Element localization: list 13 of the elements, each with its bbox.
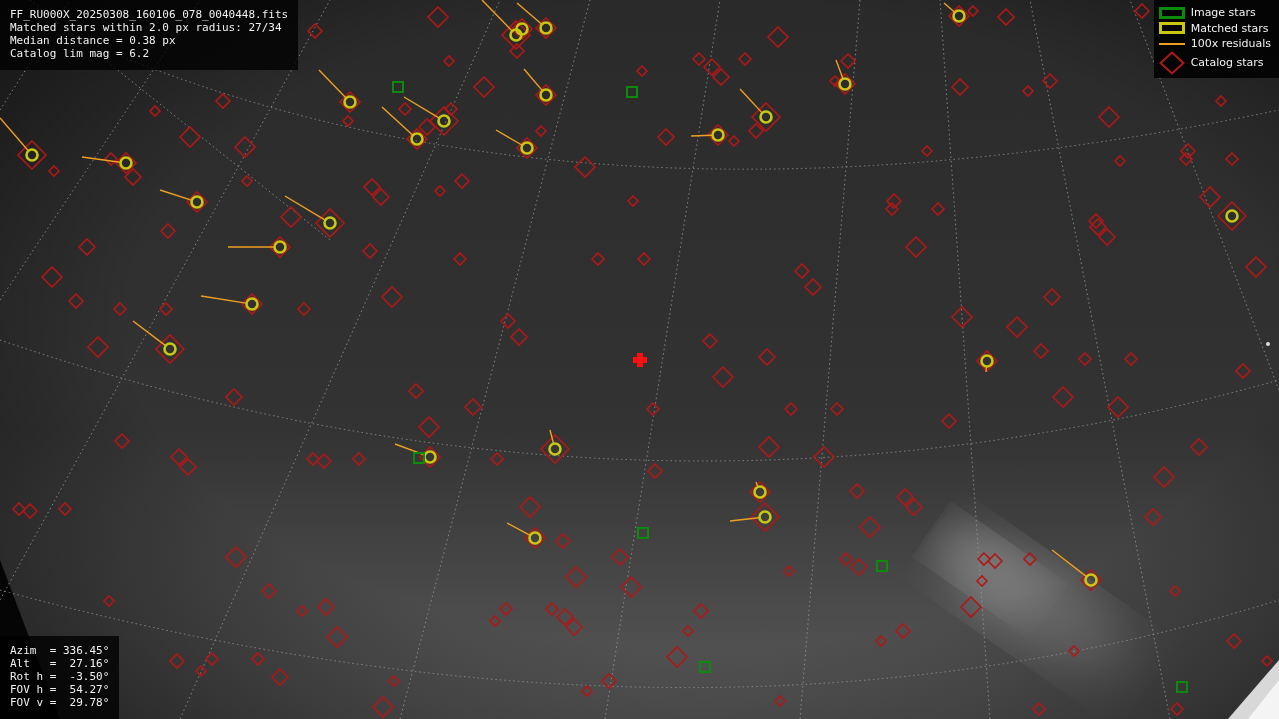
pointing-line: Rot h = -3.50° xyxy=(10,670,110,683)
legend-label: Image stars xyxy=(1190,6,1256,20)
pointing-line: FOV v = 29.78° xyxy=(10,696,110,709)
pointing-line: Azim = 336.45° xyxy=(10,644,110,657)
legend-label: Matched stars xyxy=(1190,21,1269,35)
legend-label: Catalog stars xyxy=(1190,56,1264,69)
info-line: FF_RU000X_20250308_160106_078_0040448.fits xyxy=(10,8,289,21)
info-line: Median distance = 0.38 px xyxy=(10,34,177,47)
pointing-line: FOV h = 54.27° xyxy=(10,683,110,696)
info-line: Catalog lim mag = 6.2 xyxy=(10,47,151,60)
info-line: Matched stars within 2.0 px radius: 27/34 xyxy=(10,21,283,34)
pointing-line: Alt = 27.16° xyxy=(10,657,110,670)
legend-label: 100x residuals xyxy=(1190,37,1271,51)
